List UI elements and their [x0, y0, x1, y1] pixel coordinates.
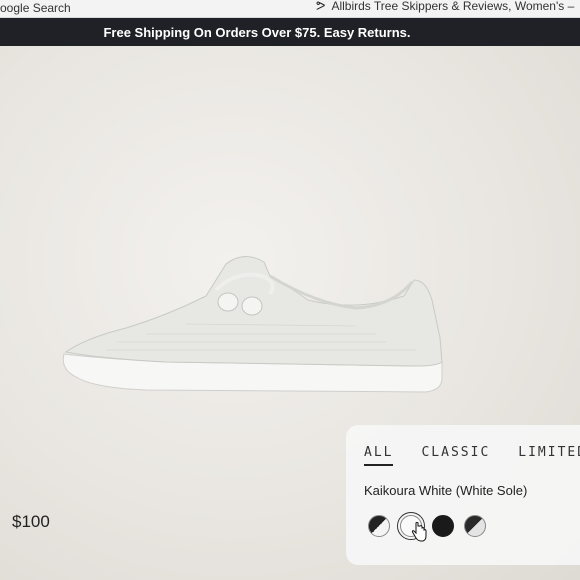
browser-tab-allbirds[interactable]: ᕗ Allbirds Tree Skippers & Reviews, Wome… [316, 0, 574, 14]
color-selector-panel: ALL CLASSIC LIMITED Kaikoura White (Whit… [346, 425, 580, 565]
product-image-shoe [62, 256, 443, 393]
swatch-black-white[interactable] [368, 515, 390, 537]
browser-tab-bar: oogle Search ᕗ Allbirds Tree Skippers & … [0, 0, 580, 18]
color-swatches [368, 512, 486, 542]
browser-tab-allbirds-title: Allbirds Tree Skippers & Reviews, Women'… [331, 0, 575, 13]
color-filter-tabs: ALL CLASSIC LIMITED [364, 445, 580, 466]
browser-tab-google-search[interactable]: oogle Search [0, 1, 71, 15]
swatch-grey-white[interactable] [464, 515, 486, 537]
tab-classic[interactable]: CLASSIC [421, 445, 490, 466]
swatch-black[interactable] [432, 515, 454, 537]
tab-limited[interactable]: LIMITED [518, 445, 580, 466]
swatch-white-selected[interactable] [397, 512, 427, 542]
allbirds-logo-icon: ᕗ [316, 0, 326, 13]
tab-all[interactable]: ALL [364, 445, 394, 466]
hand-pointer-cursor-icon [411, 522, 427, 542]
announcement-bar: Free Shipping On Orders Over $75. Easy R… [0, 18, 580, 46]
product-price: $100 [12, 512, 50, 531]
selected-color-name: Kaikoura White (White Sole) [364, 483, 528, 498]
